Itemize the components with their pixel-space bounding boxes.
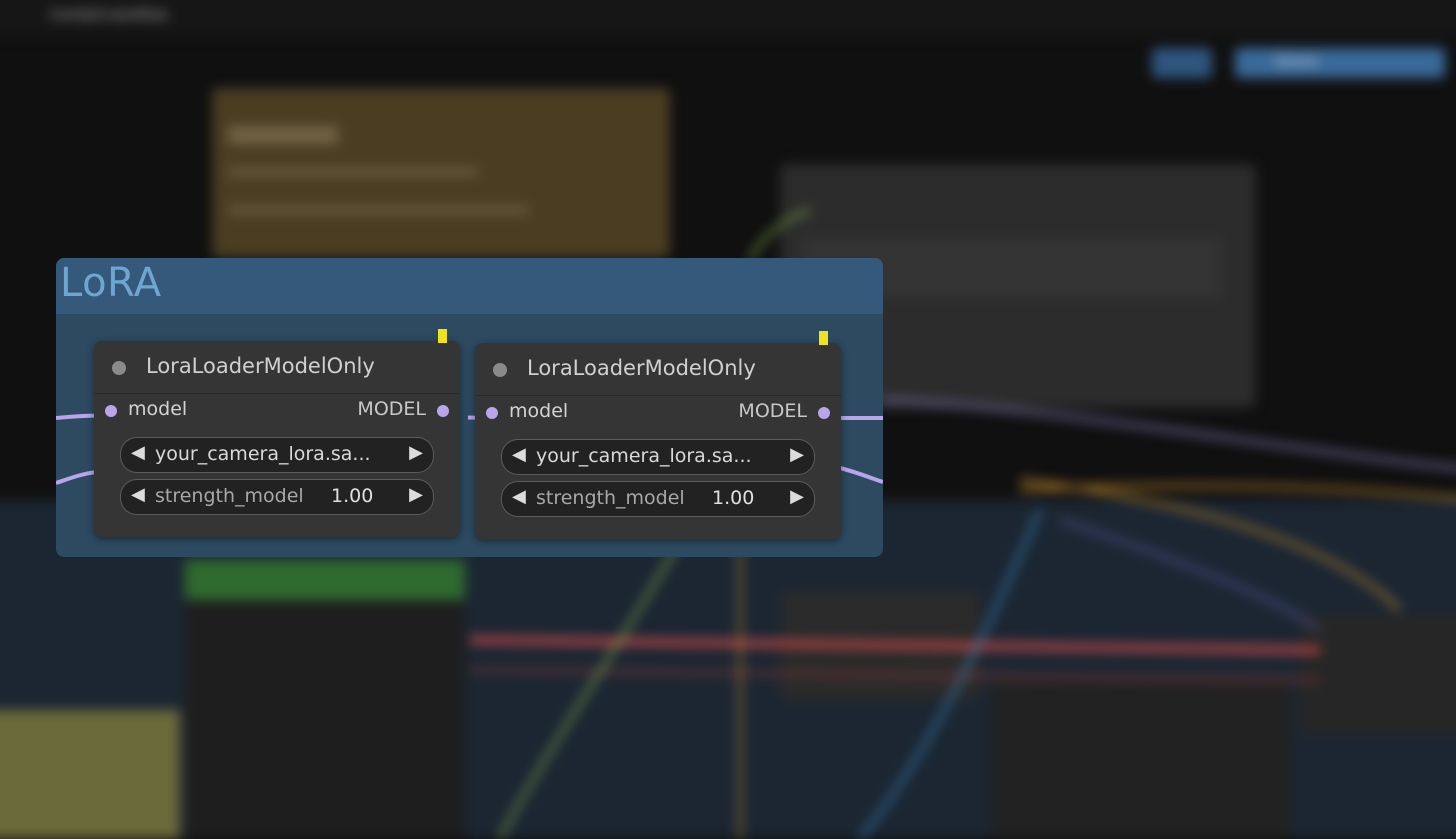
node-badge	[819, 331, 828, 345]
node-header[interactable]: LoraLoaderModelOnly	[94, 341, 460, 394]
strength-model-value: 1.00	[712, 487, 755, 509]
strength-model-slider[interactable]: ◀ strength_model 1.00 ▶	[120, 479, 434, 515]
left-arrow-icon[interactable]: ◀	[131, 442, 145, 463]
model-input-label: model	[128, 398, 188, 420]
node-title: LoraLoaderModelOnly	[527, 356, 756, 380]
right-arrow-icon[interactable]: ▶	[409, 442, 423, 463]
model-input-label: model	[509, 400, 569, 422]
lora-name-combo[interactable]: ◀ your_camera_lora.sa... ▶	[501, 439, 815, 475]
node-title: LoraLoaderModelOnly	[146, 354, 375, 378]
strength-model-label: strength_model	[536, 487, 685, 509]
node-header[interactable]: LoraLoaderModelOnly	[475, 343, 841, 396]
lora-name-value: your_camera_lora.sa...	[155, 443, 371, 465]
lora-loader-node[interactable]: LoraLoaderModelOnly model MODEL ◀ your_c…	[94, 329, 460, 537]
model-output-label: MODEL	[357, 398, 426, 420]
collapse-dot-icon[interactable]	[493, 363, 507, 377]
model-output-slot[interactable]	[818, 407, 830, 419]
left-arrow-icon[interactable]: ◀	[512, 486, 526, 507]
model-output-slot[interactable]	[437, 405, 449, 417]
strength-model-value: 1.00	[331, 485, 374, 507]
collapse-dot-icon[interactable]	[112, 361, 126, 375]
left-arrow-icon[interactable]: ◀	[512, 444, 526, 465]
lora-loader-node[interactable]: LoraLoaderModelOnly model MODEL ◀ your_c…	[475, 331, 841, 539]
right-arrow-icon[interactable]: ▶	[409, 484, 423, 505]
model-input-slot[interactable]	[486, 407, 498, 419]
left-arrow-icon[interactable]: ◀	[131, 484, 145, 505]
model-input-slot[interactable]	[105, 405, 117, 417]
node-badge	[438, 329, 447, 343]
right-arrow-icon[interactable]: ▶	[790, 444, 804, 465]
model-output-label: MODEL	[738, 400, 807, 422]
strength-model-slider[interactable]: ◀ strength_model 1.00 ▶	[501, 481, 815, 517]
right-arrow-icon[interactable]: ▶	[790, 486, 804, 507]
strength-model-label: strength_model	[155, 485, 304, 507]
lora-group[interactable]: LoRA LoraLoaderModelOnly model MODEL ◀ y…	[56, 258, 883, 557]
lora-name-value: your_camera_lora.sa...	[536, 445, 752, 467]
lora-name-combo[interactable]: ◀ your_camera_lora.sa... ▶	[120, 437, 434, 473]
